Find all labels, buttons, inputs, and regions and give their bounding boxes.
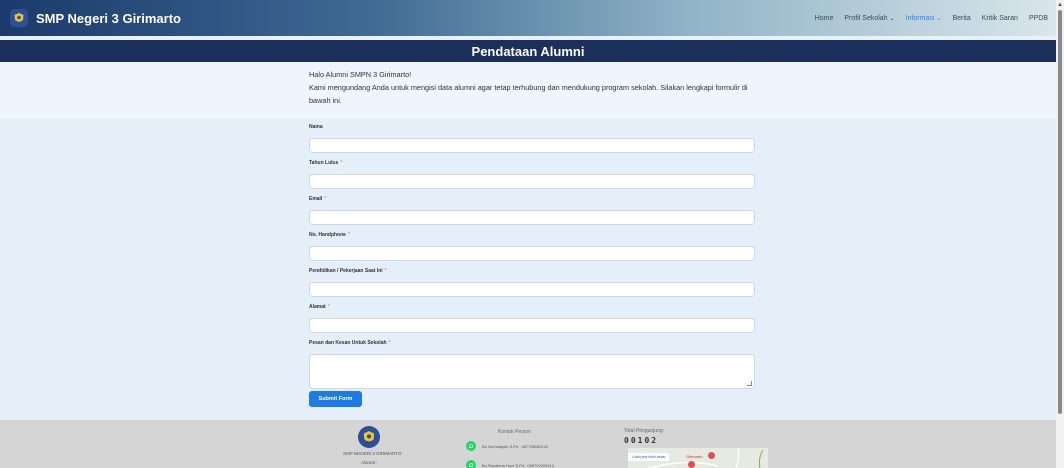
resize-handle[interactable] — [747, 381, 752, 386]
pendidikan-label: Pendidikan / Pekerjaan Saat Ini * — [309, 268, 755, 276]
visitor-label: Total Pengunjung: — [624, 428, 665, 434]
nav-informasi-label: Informasi — [905, 14, 935, 22]
alamat-label-text: Alamat — [309, 304, 326, 310]
pendidikan-input[interactable] — [309, 282, 755, 297]
nama-input[interactable] — [309, 138, 755, 153]
school-crest-icon — [10, 9, 28, 27]
scrollbar-thumb[interactable] — [1058, 10, 1062, 414]
footer-alamat-label: Alamat : — [361, 460, 378, 465]
map-larger-link[interactable]: Lihat peta lebih besar — [628, 453, 670, 461]
whatsapp-icon — [466, 460, 476, 468]
contact-text: Bu Rusdiana Hani S.Pd : 085702009412 — [482, 462, 555, 468]
field-alamat: Alamat * — [309, 304, 755, 333]
tahun-lulus-label-text: Tahun Lulus — [309, 160, 339, 166]
intro-body: Kami mengundang Anda untuk mengisi data … — [309, 83, 748, 105]
submit-button[interactable]: Submit Form — [309, 391, 362, 407]
field-pesan-kesan: Pesan dan Kesan Untuk Sekolah * — [309, 340, 755, 389]
nav-ppdb[interactable]: PPDB — [1029, 15, 1048, 22]
brand[interactable]: SMP Negeri 3 Girimarto — [10, 9, 181, 27]
alamat-label: Alamat * — [309, 304, 755, 312]
field-nama: Nama — [309, 124, 755, 153]
pesan-kesan-label: Pesan dan Kesan Untuk Sekolah * — [309, 340, 755, 348]
no-handphone-label: No. Handphone * — [309, 232, 755, 240]
tahun-lulus-input[interactable] — [309, 174, 755, 189]
chevron-down-icon: ⌄ — [936, 15, 942, 22]
alamat-input[interactable] — [309, 318, 755, 333]
nav-berita[interactable]: Berita — [952, 15, 970, 22]
map-embed[interactable]: Lihat peta lebih besar Girimarto — [628, 448, 768, 468]
footer: SMP NEGERI 3 GIRIMARTO Alamat : Kontak P… — [0, 420, 1056, 468]
nama-label-text: Nama — [309, 124, 323, 130]
whatsapp-icon — [466, 441, 476, 451]
pesan-kesan-textarea[interactable] — [309, 354, 755, 389]
intro-greeting: Halo Alumni SMPN 3 Girimarto! — [309, 70, 412, 79]
no-handphone-input[interactable] — [309, 246, 755, 261]
nav-profil-sekolah[interactable]: Profil Sekolah ⌄ — [844, 15, 894, 22]
required-marker: * — [384, 268, 387, 274]
contact-item[interactable]: Bu Nurhidayah S.Pd : 087756055142 — [466, 441, 548, 451]
field-no-handphone: No. Handphone * — [309, 232, 755, 261]
pendidikan-label-text: Pendidikan / Pekerjaan Saat Ini — [309, 268, 383, 274]
contact-text: Bu Nurhidayah S.Pd : 087756055142 — [482, 443, 549, 449]
page-title-bar: Pendataan Alumni — [0, 40, 1056, 62]
email-input[interactable] — [309, 210, 755, 225]
email-label: Email * — [309, 196, 755, 204]
main-nav: Home Profil Sekolah ⌄ Informasi ⌄ Berita K… — [815, 15, 1048, 22]
required-marker: * — [327, 304, 330, 310]
field-email: Email * — [309, 196, 755, 225]
school-crest-icon — [358, 426, 380, 448]
visitor-count: 00102 — [624, 436, 659, 445]
pesan-kesan-label-text: Pesan dan Kesan Untuk Sekolah — [309, 340, 387, 346]
required-marker: * — [388, 340, 391, 346]
intro-text: Halo Alumni SMPN 3 Girimarto! Kami mengu… — [309, 68, 759, 107]
no-handphone-label-text: No. Handphone — [309, 232, 346, 238]
nama-label: Nama — [309, 124, 755, 132]
tahun-lulus-label: Tahun Lulus * — [309, 160, 755, 168]
brand-name: SMP Negeri 3 Girimarto — [36, 10, 181, 26]
page-title: Pendataan Alumni — [471, 43, 585, 59]
nav-kritik-saran[interactable]: Kritik Saran — [982, 15, 1018, 22]
top-navbar: SMP Negeri 3 Girimarto Home Profil Sekol… — [0, 0, 1056, 36]
required-marker: * — [347, 232, 350, 238]
contact-title: Kontak Person — [498, 429, 531, 435]
map-pin-icon[interactable] — [688, 461, 695, 468]
pesan-kesan-wrapper — [309, 354, 755, 389]
chevron-down-icon: ⌄ — [889, 15, 895, 22]
required-marker: * — [324, 196, 327, 202]
map-pin-icon[interactable] — [708, 452, 715, 459]
intro-section: Halo Alumni SMPN 3 Girimarto! Kami mengu… — [0, 62, 1056, 119]
contact-item[interactable]: Bu Rusdiana Hani S.Pd : 085702009412 — [466, 460, 554, 468]
nav-profil-label: Profil Sekolah — [844, 14, 888, 22]
alumni-form: Nama Tahun Lulus * Email * No. Handphone * … — [0, 119, 1056, 420]
field-pendidikan-pekerjaan: Pendidikan / Pekerjaan Saat Ini * — [309, 268, 755, 297]
required-marker: * — [340, 160, 343, 166]
field-tahun-lulus: Tahun Lulus * — [309, 160, 755, 189]
nav-home[interactable]: Home — [815, 15, 834, 22]
footer-school-name: SMP NEGERI 3 GIRIMARTO — [343, 451, 402, 456]
arrow-up-icon[interactable]: ▲ — [1057, 2, 1063, 8]
nav-informasi[interactable]: Informasi ⌄ — [906, 15, 942, 22]
email-label-text: Email — [309, 196, 323, 202]
map-place-label: Girimarto — [686, 454, 703, 459]
